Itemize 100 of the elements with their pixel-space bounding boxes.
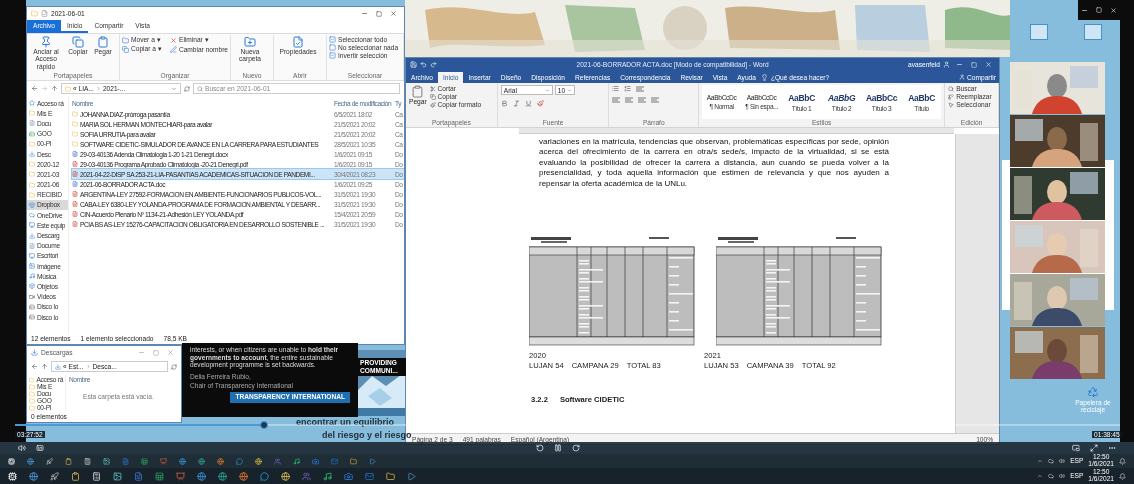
disk-icon <box>29 303 35 310</box>
bold-icon <box>500 100 508 107</box>
body-paragraph: variaciones en la matrícula, tendencias que observan, problemáticas específicas por sede, opinión acerca del ofrecimiento de la carrera en otra/s sede/s, impacto de la virtualidad, si se está evaluando la posibilidad de ofrecer la carrera a distancia, aun cuando se pueda volver a la presencialidad, y toda aquella información que estimen de relevancia y que nos ayuden a repensar la oferta académica de la UNLu. <box>539 137 889 190</box>
document-icon <box>134 471 143 481</box>
checkbox-icon <box>329 52 336 59</box>
play-icon <box>369 457 376 465</box>
align-right-icon <box>638 97 647 103</box>
captions-icon <box>36 444 44 452</box>
computer-icon <box>29 222 35 229</box>
document-icon <box>72 161 78 167</box>
cloud-icon <box>29 212 35 219</box>
camera-icon <box>312 457 319 465</box>
back-icon <box>31 85 38 92</box>
more-icon <box>1108 444 1116 452</box>
disk-icon <box>29 314 35 321</box>
box-icon <box>29 201 35 208</box>
minimize-icon <box>956 61 963 68</box>
document-icon <box>29 120 35 127</box>
rocket-icon <box>50 471 59 481</box>
undo-icon <box>420 61 427 68</box>
numbered-list-icon <box>624 85 632 92</box>
clipboard-icon <box>71 471 80 481</box>
avatar-icon <box>943 61 950 68</box>
align-center-icon <box>625 97 634 103</box>
back-icon <box>31 363 38 370</box>
pause-icon <box>554 444 562 452</box>
camera-icon <box>344 471 353 481</box>
save-icon <box>410 61 417 68</box>
delete-icon <box>170 36 177 44</box>
drive-icon <box>29 130 35 137</box>
bullet-list-icon <box>612 85 620 92</box>
monitor-icon <box>29 252 35 259</box>
properties-icon <box>41 10 48 17</box>
redo-icon <box>430 61 437 68</box>
dropdown-icon <box>544 87 550 93</box>
calculator-icon <box>92 471 101 481</box>
copy-icon <box>72 36 84 48</box>
people-icon <box>274 457 281 465</box>
chat-icon <box>260 471 269 481</box>
close-icon <box>1110 6 1117 14</box>
volume-icon <box>18 444 26 452</box>
maximize-button[interactable] <box>968 61 980 68</box>
sound-icon <box>323 471 332 481</box>
forward-icon <box>572 444 580 452</box>
image-icon <box>103 457 110 465</box>
shortcut-icon[interactable] <box>1084 24 1102 40</box>
maximize-icon <box>971 61 977 68</box>
shortcut-icon[interactable] <box>1030 24 1048 40</box>
close-icon <box>167 349 174 356</box>
maximize-button[interactable] <box>373 10 385 17</box>
notification-icon <box>1119 472 1126 480</box>
forward-icon <box>41 85 48 92</box>
up-icon <box>51 85 58 92</box>
maximize-icon <box>1096 7 1102 13</box>
document-icon <box>72 211 78 217</box>
people-icon <box>302 471 311 481</box>
subtitle-text: del riesgo y el riesgo <box>322 430 412 440</box>
search-icon <box>948 85 955 92</box>
align-left-icon <box>612 97 621 103</box>
maximize-icon <box>376 10 382 17</box>
brush-icon <box>429 101 436 108</box>
cloud-icon <box>1048 458 1055 464</box>
dropdown-icon <box>171 85 177 92</box>
refresh-icon <box>184 85 190 92</box>
clipboard-icon <box>65 457 72 465</box>
fullscreen-icon <box>1090 444 1098 452</box>
up-icon <box>41 363 48 370</box>
document-icon <box>122 457 129 465</box>
document-icon <box>72 201 78 207</box>
search-icon <box>197 85 203 92</box>
pin-icon <box>40 36 52 48</box>
chevron-icon <box>85 364 91 369</box>
clipboard-icon <box>411 85 425 98</box>
spreadsheet-icon <box>141 457 148 465</box>
close-icon <box>390 10 397 17</box>
cloud-icon <box>1048 473 1055 479</box>
copy-icon <box>429 93 436 100</box>
properties-icon <box>292 36 304 48</box>
speaker-icon <box>1059 473 1066 479</box>
rewind-icon <box>536 444 544 452</box>
rocket-icon <box>46 457 53 465</box>
image-icon <box>29 263 35 270</box>
document-icon <box>72 151 78 157</box>
presentation-icon <box>160 457 167 465</box>
person-icon <box>959 74 966 80</box>
document-icon <box>72 181 78 187</box>
document-icon <box>72 171 78 177</box>
refresh-icon <box>171 363 177 370</box>
italic-icon <box>512 100 520 107</box>
maximize-button[interactable] <box>1093 7 1105 13</box>
miniplayer-icon <box>1072 444 1080 452</box>
notification-icon <box>1119 457 1126 465</box>
play-icon <box>407 471 416 481</box>
close-icon <box>985 61 992 68</box>
justify-icon <box>651 97 660 103</box>
scissors-icon <box>429 85 436 92</box>
progress-handle[interactable] <box>259 421 268 429</box>
speaker-icon <box>1059 458 1066 464</box>
document-icon <box>29 242 35 249</box>
indent-icon <box>636 85 645 92</box>
